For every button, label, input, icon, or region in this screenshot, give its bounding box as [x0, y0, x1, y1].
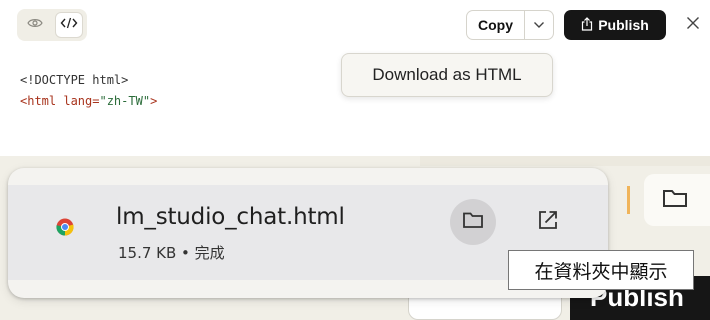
code-value: "zh-TW" [99, 94, 151, 108]
code-line: <html lang="zh-TW"> [20, 91, 320, 112]
code-attr: lang= [63, 94, 100, 108]
show-in-folder-button[interactable] [450, 199, 496, 245]
background-header-strip [420, 156, 710, 166]
download-file-meta: 15.7 KB • 完成 [118, 244, 225, 262]
background-folder-button[interactable] [644, 174, 710, 226]
copy-button-group: Copy [466, 10, 554, 40]
code-icon [60, 16, 78, 34]
folder-icon [462, 211, 484, 234]
view-toggle [17, 9, 87, 41]
code-toggle-button[interactable] [55, 12, 83, 38]
eye-icon [27, 16, 43, 34]
open-external-icon [537, 209, 559, 236]
chevron-down-icon [533, 16, 545, 34]
open-file-button[interactable] [530, 204, 566, 240]
preview-toggle-button[interactable] [21, 12, 49, 38]
code-view: <!DOCTYPE html> <html lang="zh-TW"> [20, 70, 320, 118]
download-as-html-tooltip[interactable]: Download as HTML [341, 53, 553, 97]
code-tag: <html [20, 94, 64, 108]
folder-icon [662, 188, 688, 213]
chrome-icon [56, 218, 74, 236]
copy-button[interactable]: Copy [467, 11, 524, 39]
share-icon [581, 16, 593, 34]
close-icon [686, 16, 700, 35]
screenshot-gap [0, 116, 710, 146]
background-accent-bar [627, 186, 630, 214]
close-button[interactable] [680, 12, 706, 38]
copy-options-dropdown[interactable] [525, 11, 553, 39]
download-file-name: lm_studio_chat.html [116, 204, 345, 230]
publish-label: Publish [598, 17, 649, 33]
code-tag-end: > [150, 94, 158, 108]
show-in-folder-tooltip: 在資料夾中顯示 [508, 250, 694, 290]
code-line: <!DOCTYPE html> [20, 73, 129, 87]
publish-button[interactable]: Publish [564, 10, 666, 40]
